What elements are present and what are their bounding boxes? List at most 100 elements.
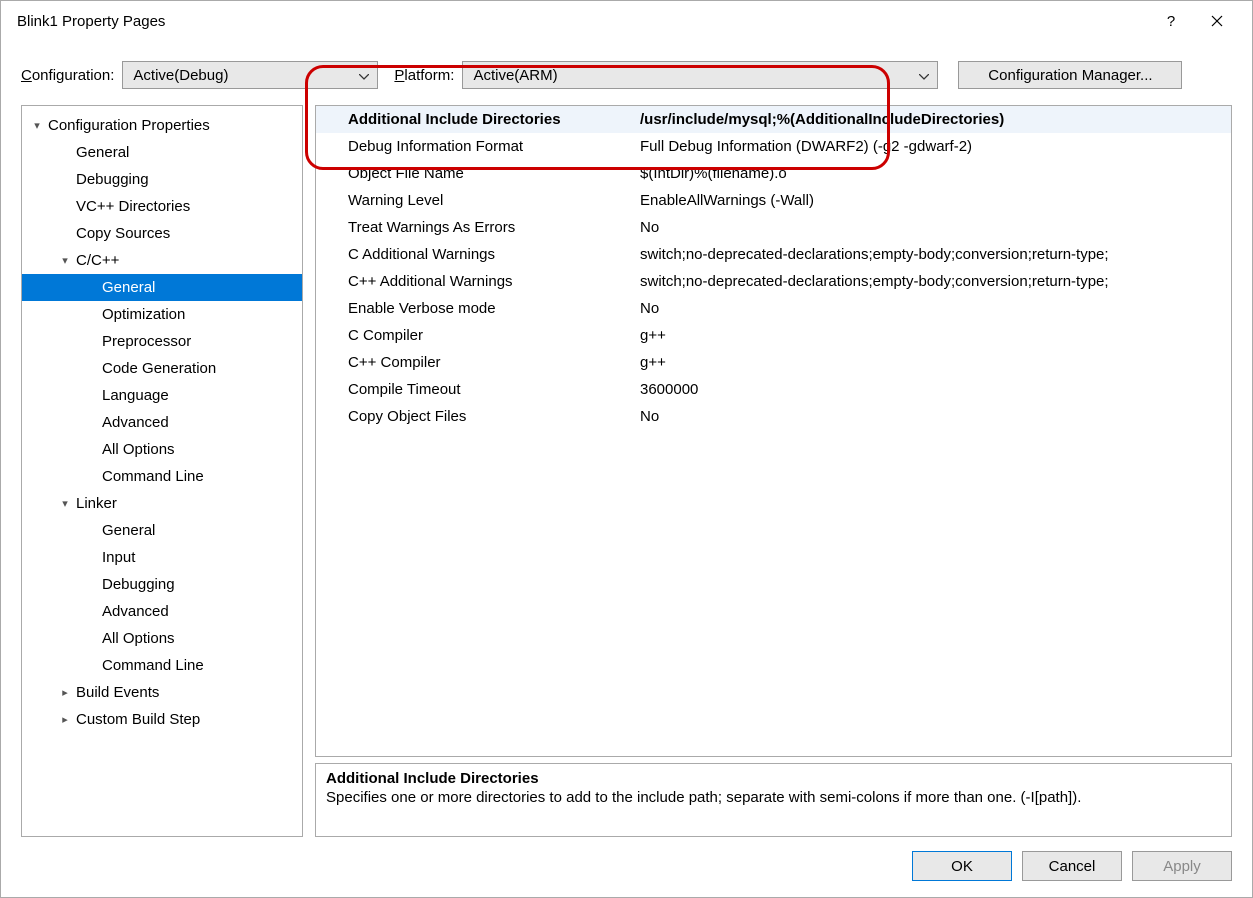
tree-item[interactable]: Advanced [22,598,302,625]
tree-item[interactable]: Command Line [22,463,302,490]
tree-item-label: Copy Sources [76,225,170,242]
property-row[interactable]: Copy Object FilesNo [316,403,1231,430]
tree-item[interactable]: Debugging [22,166,302,193]
cancel-button[interactable]: Cancel [1022,851,1122,881]
property-row[interactable]: C++ Compilerg++ [316,349,1231,376]
tree-item[interactable]: ▸ Build Events [22,679,302,706]
description-text: Specifies one or more directories to add… [326,789,1221,806]
tree-item-label: Command Line [102,657,204,674]
property-row[interactable]: C Compilerg++ [316,322,1231,349]
property-value[interactable]: g++ [640,354,1231,371]
chevron-down-icon [911,67,929,84]
configuration-label: Configuration: [21,67,114,84]
tree-item[interactable]: Optimization [22,301,302,328]
configuration-manager-button[interactable]: Configuration Manager... [958,61,1182,89]
close-button[interactable] [1194,1,1240,41]
tree-item-label: Advanced [102,603,169,620]
tree-item[interactable]: Debugging [22,571,302,598]
tree-item-label: Debugging [76,171,149,188]
property-name: Warning Level [316,192,640,209]
property-grid[interactable]: Additional Include Directories/usr/inclu… [315,105,1232,757]
tree-item[interactable]: ▾C/C++ [22,247,302,274]
property-row[interactable]: Compile Timeout3600000 [316,376,1231,403]
close-icon [1211,15,1223,27]
property-value[interactable]: No [640,408,1231,425]
tree-item-label: General [76,144,129,161]
property-value[interactable]: /usr/include/mysql;%(AdditionalIncludeDi… [640,111,1231,128]
tree-item[interactable]: All Options [22,436,302,463]
tree-view[interactable]: ▾ Configuration Properties General Debuggin… [21,105,303,837]
property-row[interactable]: C Additional Warningsswitch;no-deprecate… [316,241,1231,268]
description-box: Additional Include Directories Specifies… [315,763,1232,837]
property-name: C++ Additional Warnings [316,273,640,290]
apply-button[interactable]: Apply [1132,851,1232,881]
property-row[interactable]: Enable Verbose modeNo [316,295,1231,322]
tree-item[interactable]: Copy Sources [22,220,302,247]
tree-item[interactable]: General [22,274,302,301]
chevron-down-icon [351,67,369,84]
property-value[interactable]: switch;no-deprecated-declarations;empty-… [640,273,1231,290]
tree-item-label: Preprocessor [102,333,191,350]
footer: OK Cancel Apply [1,837,1252,895]
tree-item-label: Advanced [102,414,169,431]
tree-item-label: Command Line [102,468,204,485]
property-value[interactable]: No [640,300,1231,317]
property-name: Object File Name [316,165,640,182]
tree-item-label: All Options [102,441,175,458]
collapse-icon[interactable]: ▾ [58,254,72,267]
property-value[interactable]: g++ [640,327,1231,344]
tree-item[interactable]: Advanced [22,409,302,436]
expand-icon[interactable]: ▸ [58,713,72,726]
tree-item-label: General [102,279,155,296]
property-value[interactable]: Full Debug Information (DWARF2) (-g2 -gd… [640,138,1231,155]
tree-item-label: Code Generation [102,360,216,377]
property-name: Enable Verbose mode [316,300,640,317]
configuration-combo[interactable]: Active(Debug) [122,61,378,89]
property-row[interactable]: Treat Warnings As ErrorsNo [316,214,1231,241]
property-value[interactable]: EnableAllWarnings (-Wall) [640,192,1231,209]
tree-item[interactable]: VC++ Directories [22,193,302,220]
window-title: Blink1 Property Pages [17,13,1148,30]
property-value[interactable]: switch;no-deprecated-declarations;empty-… [640,246,1231,263]
tree-item[interactable]: Code Generation [22,355,302,382]
description-title: Additional Include Directories [326,770,1221,787]
titlebar: Blink1 Property Pages ? [1,1,1252,41]
collapse-icon[interactable]: ▾ [30,119,44,132]
tree-item[interactable]: ▾ Configuration Properties [22,112,302,139]
tree-item[interactable]: Language [22,382,302,409]
tree-item[interactable]: Preprocessor [22,328,302,355]
property-row[interactable]: Object File Name$(IntDir)%(filename).o [316,160,1231,187]
property-row[interactable]: Debug Information FormatFull Debug Infor… [316,133,1231,160]
property-row[interactable]: Warning LevelEnableAllWarnings (-Wall) [316,187,1231,214]
property-value[interactable]: 3600000 [640,381,1231,398]
toolbar: Configuration: Active(Debug) Platform: A… [1,41,1252,97]
tree-item-label: Linker [76,495,117,512]
tree-item[interactable]: Command Line [22,652,302,679]
help-button[interactable]: ? [1148,1,1194,41]
tree-item[interactable]: Input [22,544,302,571]
tree-item[interactable]: General [22,517,302,544]
tree-item-label: Build Events [76,684,159,701]
right-pane: Additional Include Directories/usr/inclu… [315,105,1232,837]
expand-icon[interactable]: ▸ [58,686,72,699]
tree-item-label: Optimization [102,306,185,323]
tree-item-label: Language [102,387,169,404]
property-name: Debug Information Format [316,138,640,155]
property-value[interactable]: $(IntDir)%(filename).o [640,165,1231,182]
tree-item[interactable]: ▾ Linker [22,490,302,517]
property-name: Compile Timeout [316,381,640,398]
property-row[interactable]: Additional Include Directories/usr/inclu… [316,106,1231,133]
tree-item[interactable]: All Options [22,625,302,652]
tree-item[interactable]: General [22,139,302,166]
platform-value: Active(ARM) [473,67,557,84]
collapse-icon[interactable]: ▾ [58,497,72,510]
tree-item-label: Debugging [102,576,175,593]
ok-button[interactable]: OK [912,851,1012,881]
tree-item-label: Input [102,549,135,566]
platform-combo[interactable]: Active(ARM) [462,61,938,89]
tree-item[interactable]: ▸Custom Build Step [22,706,302,733]
tree-item-label: Configuration Properties [48,117,210,134]
property-value[interactable]: No [640,219,1231,236]
property-name: C Compiler [316,327,640,344]
property-row[interactable]: C++ Additional Warningsswitch;no-depreca… [316,268,1231,295]
